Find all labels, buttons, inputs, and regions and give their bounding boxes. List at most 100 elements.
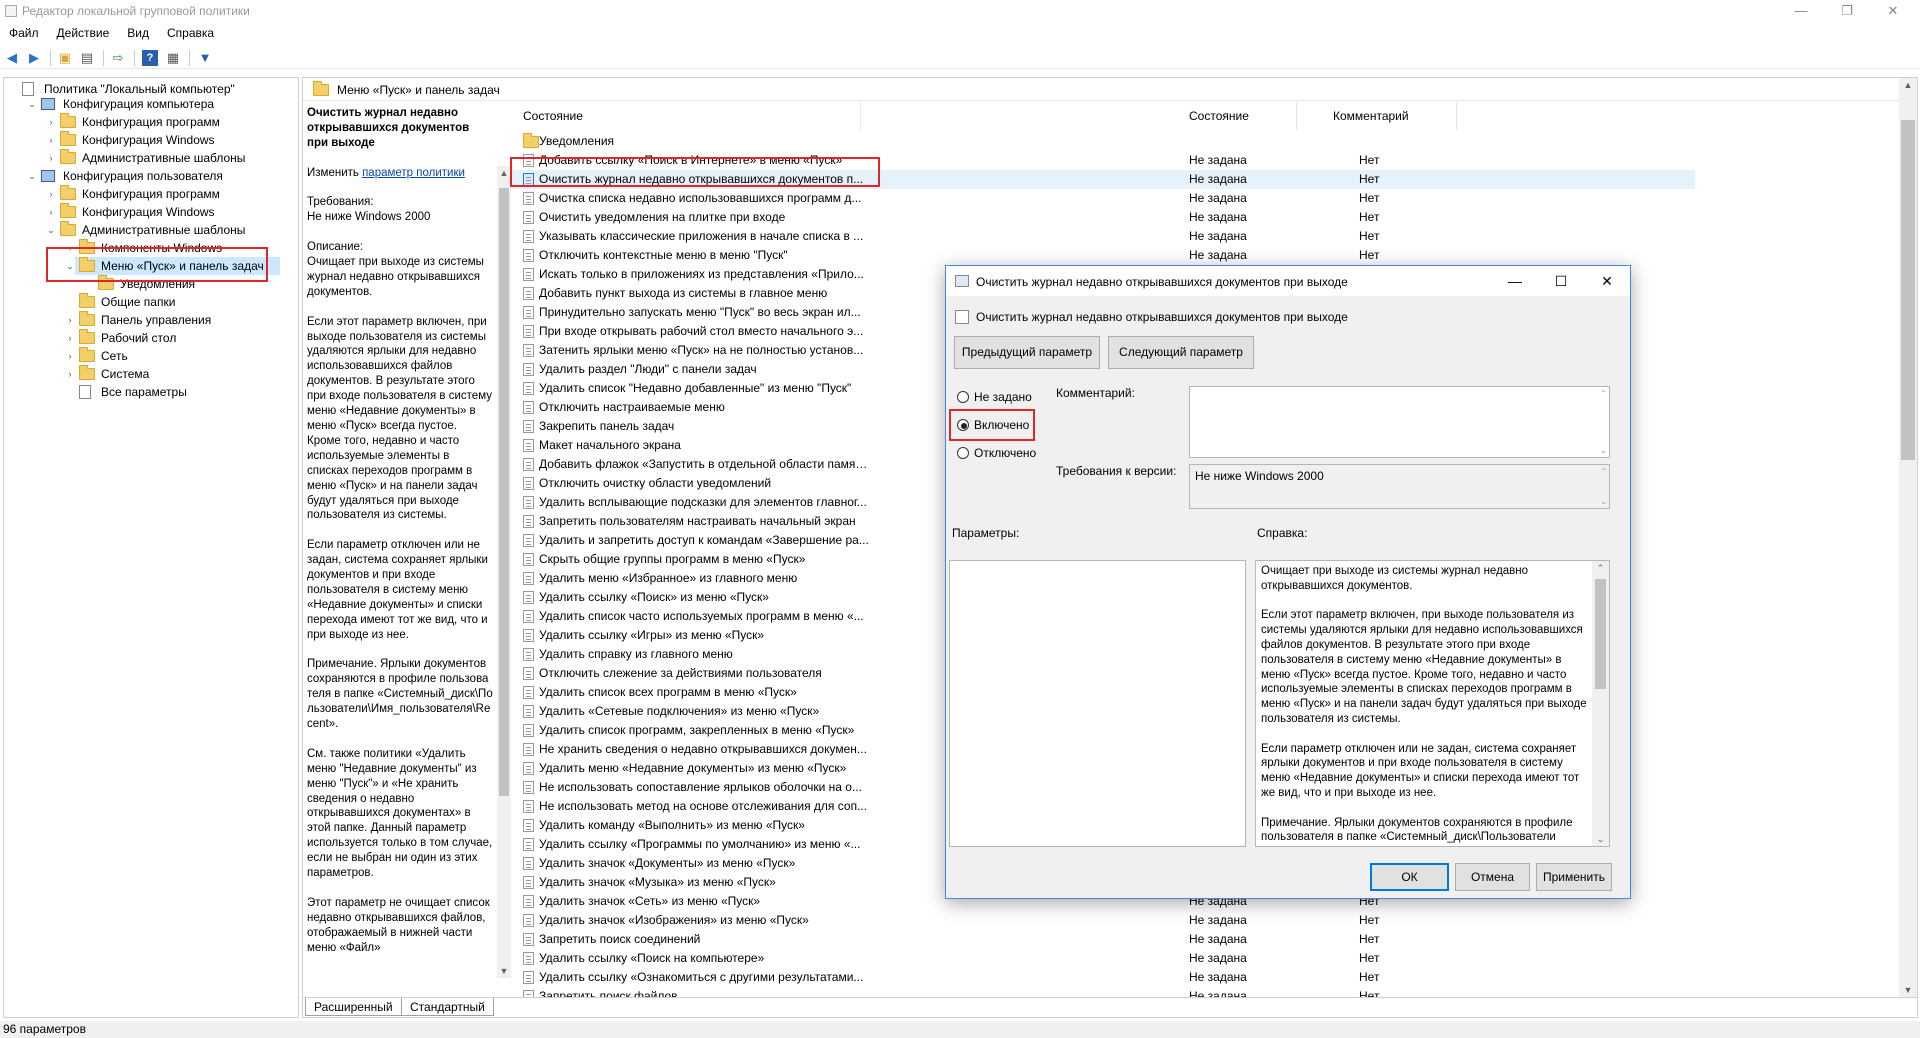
dialog-maximize-button[interactable]: ☐ [1538,266,1584,296]
list-scrollbar[interactable]: ▲ ▼ [1899,78,1917,997]
policy-name: Удалить список часто используемых програ… [539,609,864,623]
chevron-right-icon[interactable]: › [65,347,75,365]
tree-item[interactable]: › Конфигурация программ [4,185,294,203]
tree-item[interactable]: › Конфигурация Windows [4,203,294,221]
policy-setting-icon [523,724,534,737]
requirements-block: Требования: Не ниже Windows 2000 [307,195,493,225]
cancel-button[interactable]: Отмена [1455,863,1530,891]
policy-name: Удалить ссылку «Поиск на компьютере» [539,951,765,965]
table-row[interactable]: Указывать классические приложения в нача… [511,227,1891,246]
menu-file[interactable]: Файл [0,24,48,40]
folder-icon [60,185,76,200]
column-header-state[interactable]: Состояние [1165,102,1297,130]
tree-item[interactable]: › Сеть [4,347,294,365]
restore-button[interactable]: ❐ [1824,0,1870,22]
table-row[interactable]: Удалить ссылку «Поиск на компьютере» Не з… [511,949,1891,968]
policy-setting-icon [523,553,534,566]
scroll-down-icon[interactable]: ▼ [497,964,511,978]
table-row[interactable]: Отключить контекстные меню в меню "Пуск"… [511,246,1891,265]
properties-icon[interactable]: ▦ [165,50,181,66]
chevron-right-icon[interactable]: › [65,329,75,347]
dialog-minimize-button[interactable]: — [1492,266,1538,296]
chevron-right-icon[interactable]: › [65,365,75,383]
chevron-right-icon[interactable]: › [65,311,75,329]
show-tree-icon[interactable]: ▤ [79,50,95,66]
column-header-comment[interactable]: Комментарий [1297,102,1457,130]
scroll-up-icon[interactable]: ▲ [497,166,511,180]
policy-name: Запретить поиск файлов [539,989,678,997]
close-button[interactable]: ✕ [1870,0,1916,22]
policy-setting-icon [523,743,534,756]
comment-field[interactable]: ⌃ ⌄ [1189,386,1610,458]
requirements-label: Требования: [307,196,374,209]
table-row[interactable]: Очистка списка недавно использовавшихся … [511,189,1891,208]
gpedit-window: Редактор локальной групповой политики — … [0,0,1920,1038]
chevron-right-icon[interactable]: › [46,203,56,221]
tree-item[interactable]: › Панель управления [4,311,294,329]
chevron-down-icon[interactable]: ⌄ [27,167,37,185]
scroll-up-icon[interactable]: ⌃ [1592,561,1609,575]
minimize-button[interactable]: — [1778,0,1824,22]
tree-item[interactable]: › Административные шаблоны [4,149,294,167]
tab-standard[interactable]: Стандартный [401,998,494,1016]
chevron-right-icon[interactable]: › [46,185,56,203]
menu-action[interactable]: Действие [48,24,119,40]
tree-item[interactable]: ⌄ Конфигурация пользователя [4,167,294,185]
radio-disabled[interactable]: Отключено [954,445,1036,461]
export-icon[interactable]: ⇨ [110,50,126,66]
radio-not-configured[interactable]: Не задано [954,389,1032,405]
back-icon[interactable]: ◀ [4,50,20,66]
tree-item[interactable]: › Система [4,365,294,383]
help-icon[interactable]: ? [142,50,158,66]
radio-circle [957,391,969,403]
policy-setting-icon [523,572,534,585]
chevron-right-icon[interactable]: › [46,149,56,167]
table-row[interactable]: Удалить ссылку «Ознакомиться с другими р… [511,968,1891,987]
tree-item[interactable]: ⌄ Конфигурация компьютера [4,95,294,113]
table-row[interactable]: Запретить поиск файлов Не задана Нет [511,987,1891,997]
dialog-close-button[interactable]: ✕ [1584,266,1630,296]
menu-help[interactable]: Справка [158,24,223,40]
policy-comment: Нет [1359,229,1380,243]
column-header-setting[interactable]: Состояние [511,102,861,130]
menu-view[interactable]: Вид [118,24,158,40]
scroll-thumb[interactable] [1901,120,1915,460]
tree-item[interactable]: Общие папки [4,293,294,311]
folder-icon [60,203,76,218]
list-folder-row[interactable]: Уведомления [511,132,1891,151]
description-scrollbar[interactable]: ▲ ▼ [497,166,511,978]
folder-up-icon[interactable]: ▣ [57,50,73,66]
policy-setting-icon [523,363,534,376]
tree-item[interactable]: ⌄ Административные шаблоны [4,221,294,239]
scroll-thumb[interactable] [1595,579,1606,689]
table-row[interactable]: Запретить поиск соединений Не задана Нет [511,930,1891,949]
status-bar: 96 параметров [0,1021,1920,1038]
scroll-down-icon[interactable]: ⌄ [1592,832,1609,846]
scroll-thumb[interactable] [499,188,509,796]
chevron-down-icon[interactable]: ⌄ [46,221,56,239]
tree-item-label: Конфигурация пользователя [63,169,223,183]
table-row[interactable]: Очистить уведомления на плитке при входе… [511,208,1891,227]
table-row[interactable]: Удалить значок «Изображения» из меню «Пу… [511,911,1891,930]
tab-extended[interactable]: Расширенный [305,998,402,1016]
help-scrollbar[interactable]: ⌃ ⌄ [1592,561,1609,846]
scroll-up-icon[interactable]: ▲ [1899,78,1917,92]
edit-policy-link[interactable]: параметр политики [362,167,465,179]
chevron-right-icon[interactable]: › [46,131,56,149]
scroll-down-icon[interactable]: ▼ [1899,983,1917,997]
tree-item[interactable]: › Конфигурация Windows [4,131,294,149]
tree-item[interactable]: Все параметры [4,383,294,401]
apply-button[interactable]: Применить [1536,863,1612,891]
forward-icon[interactable]: ▶ [26,50,42,66]
chevron-down-icon[interactable]: ⌄ [27,95,37,113]
document-icon [79,385,91,399]
filter-icon[interactable]: ▼ [197,50,213,66]
tree-item[interactable]: › Рабочий стол [4,329,294,347]
next-setting-button[interactable]: Следующий параметр [1108,336,1254,369]
ok-button[interactable]: ОК [1370,863,1449,891]
description-label: Описание: [307,241,364,254]
previous-setting-button[interactable]: Предыдущий параметр [954,336,1100,369]
chevron-right-icon[interactable]: › [46,113,56,131]
tree-item[interactable]: › Конфигурация программ [4,113,294,131]
